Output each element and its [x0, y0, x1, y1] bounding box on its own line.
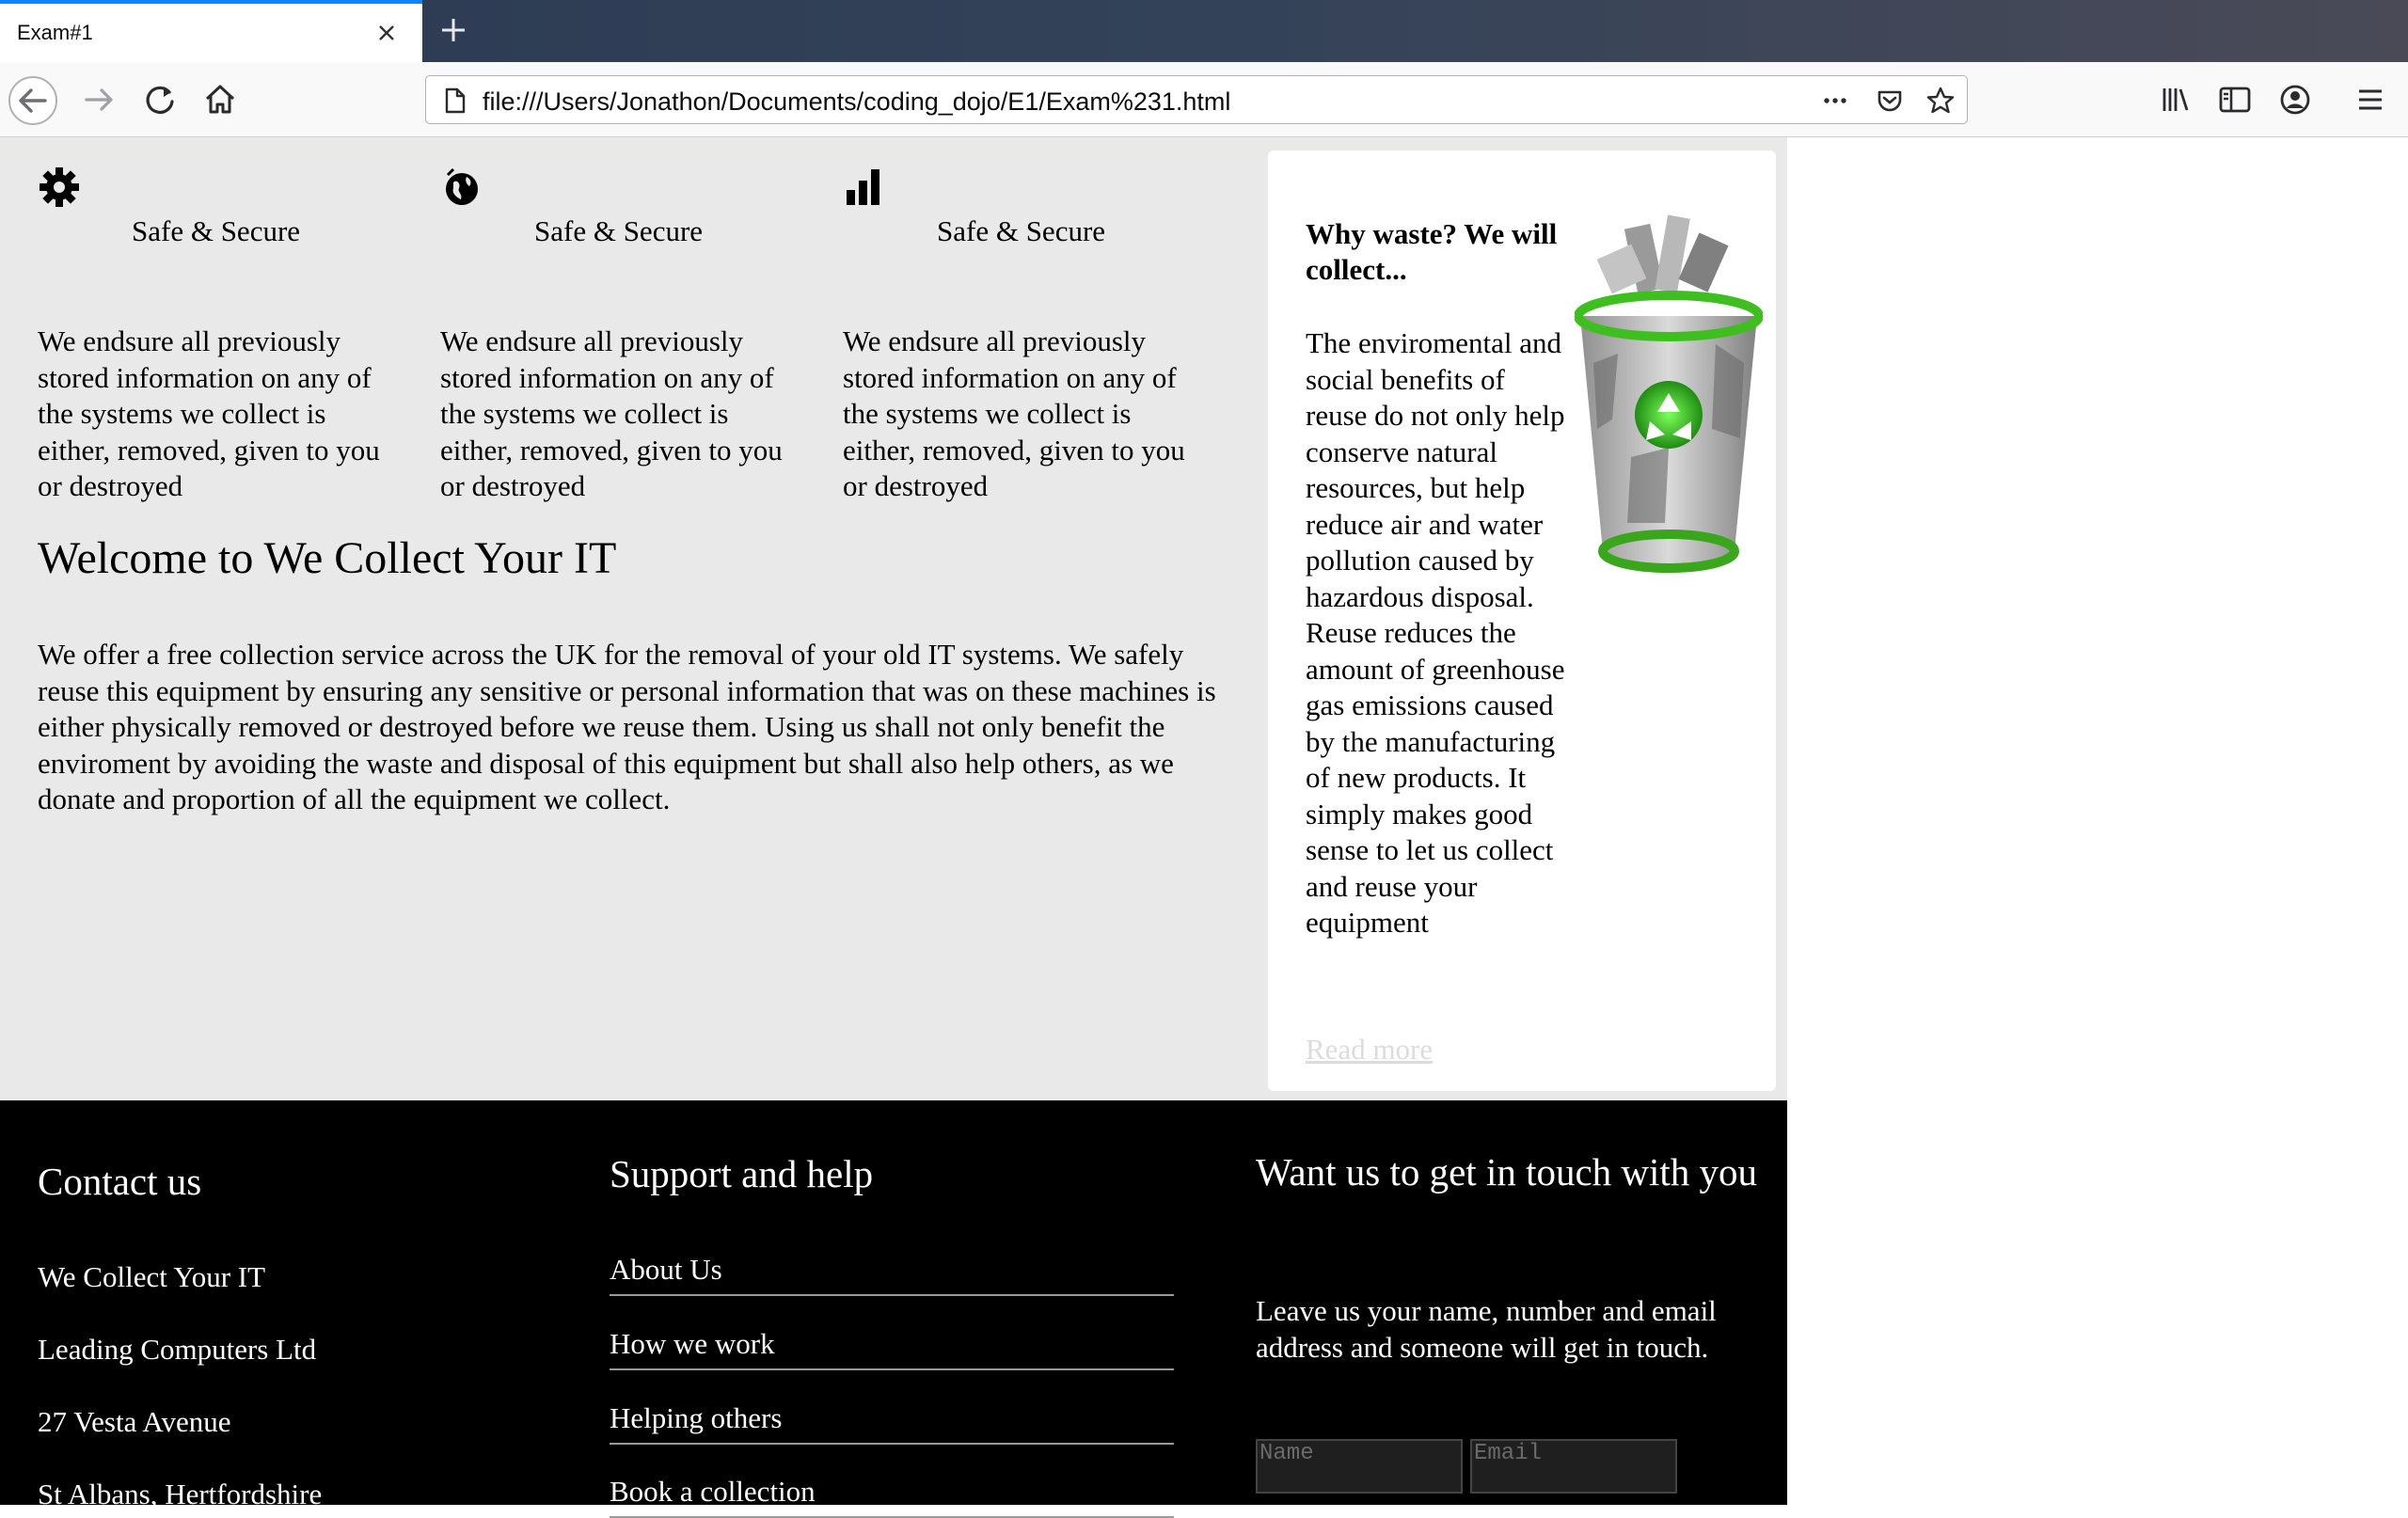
contact-line: We Collect Your IT	[38, 1260, 266, 1293]
page-title: Welcome to We Collect Your IT	[38, 533, 617, 583]
back-icon[interactable]	[8, 75, 58, 126]
menu-icon[interactable]	[2348, 77, 2393, 122]
tab-title: Exam#1	[17, 21, 93, 44]
url-bar[interactable]: file:///Users/Jonathon/Documents/coding_…	[425, 75, 1968, 124]
bar-chart-icon	[847, 169, 879, 205]
library-icon[interactable]	[2154, 77, 2199, 122]
contact-line: Leading Computers Ltd	[38, 1333, 317, 1366]
reload-icon[interactable]	[137, 77, 182, 122]
contact-heading: Contact us	[38, 1160, 202, 1203]
new-tab-icon[interactable]	[436, 13, 470, 47]
navigation-toolbar: file:///Users/Jonathon/Documents/coding_…	[0, 62, 2408, 137]
recycle-bin-image	[1575, 214, 1763, 573]
sidebar-icon[interactable]	[2212, 77, 2258, 122]
contact-line: St Albans, Hertfordshire	[38, 1478, 323, 1510]
globe-icon	[446, 167, 478, 205]
touch-heading: Want us to get in touch with you	[1256, 1150, 1758, 1194]
feature-text: We endsure all previously stored informa…	[38, 324, 380, 502]
feature-title: Safe & Secure	[132, 214, 301, 247]
how-we-work-link[interactable]: How we work	[610, 1327, 1174, 1370]
book-collection-link[interactable]: Book a collection	[610, 1475, 1174, 1518]
tab-active[interactable]: Exam#1	[0, 0, 422, 62]
account-icon[interactable]	[2273, 77, 2318, 122]
url-text: file:///Users/Jonathon/Documents/coding_…	[483, 87, 1231, 116]
aside-panel: Why waste? We will collect... The enviro…	[1268, 150, 1776, 1091]
home-icon[interactable]	[198, 77, 243, 122]
feature-text: We endsure all previously stored informa…	[843, 324, 1185, 502]
bookmark-star-icon[interactable]	[1925, 86, 1956, 116]
about-us-link[interactable]: About Us	[610, 1253, 1174, 1296]
feature-text: We endsure all previously stored informa…	[440, 324, 783, 502]
aside-text: The enviromental and social benefits of …	[1306, 326, 1565, 939]
name-field[interactable]	[1256, 1439, 1463, 1494]
email-field[interactable]	[1470, 1439, 1677, 1494]
aside-title: Why waste? We will collect...	[1306, 217, 1558, 286]
welcome-text: We offer a free collection service acros…	[38, 638, 1216, 815]
page-icon	[445, 87, 466, 114]
read-more-link[interactable]: Read more	[1306, 1033, 1433, 1067]
more-actions-icon[interactable]	[1820, 86, 1850, 116]
touch-text: Leave us your name, number and email add…	[1256, 1294, 1717, 1364]
close-icon[interactable]	[372, 19, 401, 47]
feature-title: Safe & Secure	[534, 214, 704, 247]
footer: Contact us We Collect Your IT Leading Co…	[0, 1100, 1787, 1518]
helping-others-link[interactable]: Helping others	[610, 1401, 1174, 1445]
tab-bar: Exam#1	[0, 0, 2408, 62]
support-heading: Support and help	[610, 1152, 874, 1195]
forward-icon[interactable]	[77, 77, 122, 122]
pocket-icon[interactable]	[1875, 86, 1905, 116]
contact-line: 27 Vesta Avenue	[38, 1405, 231, 1438]
feature-title: Safe & Secure	[937, 214, 1106, 247]
gear-icon	[40, 167, 79, 207]
